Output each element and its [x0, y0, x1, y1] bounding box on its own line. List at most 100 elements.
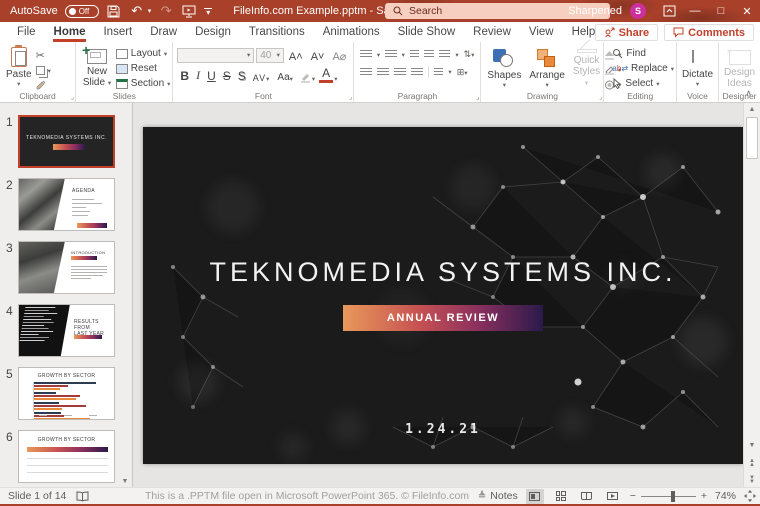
collapse-ribbon-icon[interactable]: ∧	[745, 88, 752, 99]
layout-button[interactable]: Layout ▾	[115, 47, 171, 60]
accessibility-icon[interactable]	[76, 490, 89, 502]
save-icon[interactable]	[106, 3, 122, 19]
scroll-up-icon[interactable]: ▲	[744, 105, 760, 115]
change-case-button[interactable]: Aa ▾	[274, 67, 296, 83]
close-button[interactable]: ✕	[734, 0, 760, 22]
align-center-icon[interactable]	[377, 67, 390, 77]
text-shadow-button[interactable]: S	[235, 67, 249, 83]
align-right-icon[interactable]	[394, 67, 407, 77]
avatar[interactable]: S	[630, 3, 646, 19]
clipboard-dialog-launcher-icon[interactable]: ⌟	[71, 93, 74, 101]
user-name[interactable]: Sharpened	[568, 5, 622, 17]
next-slide-icon[interactable]: ▼ ▼	[744, 475, 760, 485]
thumbnail-1-frame[interactable]: TEKNOMEDIA SYSTEMS INC.	[18, 115, 115, 168]
slide-canvas[interactable]: TEKNOMEDIA SYSTEMS INC. ANNUAL REVIEW 1.…	[143, 127, 743, 464]
minimize-button[interactable]: —	[682, 0, 708, 22]
maximize-button[interactable]: □	[708, 0, 734, 22]
comments-button[interactable]: Comments	[664, 24, 754, 41]
zoom-level[interactable]: 74%	[715, 490, 736, 502]
highlight-color-button[interactable]: ▾	[297, 67, 318, 83]
thumbnail-5-frame[interactable]: GROWTH BY SECTOR	[18, 367, 115, 420]
shapes-button[interactable]: Shapes ▾	[483, 45, 525, 91]
ribbon-display-options-icon[interactable]	[656, 0, 682, 22]
select-button[interactable]: Select ▾	[612, 77, 674, 90]
italic-button[interactable]: I	[193, 67, 203, 83]
shrink-font-button[interactable]: A˅	[308, 47, 328, 63]
new-slide-button[interactable]: New Slide ▾	[78, 42, 116, 91]
line-spacing-icon[interactable]	[438, 50, 451, 59]
section-button[interactable]: Section ▾	[115, 77, 170, 90]
normal-view-button[interactable]	[525, 488, 544, 504]
tab-insert[interactable]: Insert	[94, 23, 141, 42]
zoom-in-icon[interactable]: +	[701, 490, 707, 502]
zoom-out-icon[interactable]: −	[630, 490, 636, 502]
previous-slide-icon[interactable]: ▲ ▲	[744, 458, 760, 468]
reset-button[interactable]: Reset	[115, 62, 171, 75]
tab-design[interactable]: Design	[186, 23, 240, 42]
undo-dropdown-icon[interactable]: ▾	[148, 7, 152, 15]
tab-draw[interactable]: Draw	[141, 23, 186, 42]
reading-view-button[interactable]	[578, 489, 596, 504]
copy-button[interactable]: ▾	[35, 64, 51, 77]
character-spacing-button[interactable]: AV ▾	[250, 67, 274, 83]
zoom-slider-thumb[interactable]	[671, 490, 676, 502]
zoom-slider[interactable]: − +	[630, 490, 707, 502]
cut-button[interactable]: ✂	[36, 49, 51, 62]
paragraph-dialog-launcher-icon[interactable]: ⌟	[476, 93, 479, 101]
tab-view[interactable]: View	[520, 23, 563, 42]
slide-title[interactable]: TEKNOMEDIA SYSTEMS INC.	[143, 257, 743, 288]
thumbnail-2-frame[interactable]: AGENDA	[18, 178, 115, 231]
undo-icon[interactable]: ↶	[129, 3, 145, 19]
dictate-button[interactable]: Dictate ▾	[679, 45, 716, 91]
replace-button[interactable]: ab⇄ Replace ▾	[612, 62, 674, 75]
thumbnail-4-frame[interactable]: RESULTS FROM LAST YEAR	[18, 304, 115, 357]
justify-icon[interactable]	[411, 67, 424, 77]
vertical-scrollbar[interactable]: ▲ ▼ ▲ ▲ ▼ ▼	[743, 103, 760, 487]
font-dialog-launcher-icon[interactable]: ⌟	[349, 93, 352, 101]
strikethrough-button[interactable]: S	[220, 67, 234, 83]
clear-formatting-button[interactable]: A⌀	[329, 47, 349, 63]
increase-indent-icon[interactable]	[424, 50, 434, 59]
share-button[interactable]: Share	[594, 24, 659, 41]
autosave-toggle[interactable]: Off	[64, 4, 99, 18]
font-color-button[interactable]: A	[319, 66, 334, 83]
decrease-indent-icon[interactable]	[409, 50, 420, 59]
thumbnail-6-frame[interactable]: GROWTH BY SECTOR	[18, 430, 115, 483]
arrange-button[interactable]: Arrange ▾	[525, 45, 569, 91]
slide-show-view-button[interactable]	[604, 489, 622, 504]
tab-review[interactable]: Review	[464, 23, 520, 42]
paste-button[interactable]: Paste ▾	[2, 45, 36, 91]
scroll-down-icon[interactable]: ▼	[744, 441, 760, 451]
font-color-dropdown-icon[interactable]: ▾	[334, 75, 337, 83]
drawing-dialog-launcher-icon[interactable]: ⌟	[599, 93, 602, 101]
find-button[interactable]: Find	[612, 47, 674, 60]
tab-home[interactable]: Home	[45, 23, 95, 42]
font-size-combobox[interactable]: 40 ▾	[256, 47, 284, 63]
slide-banner[interactable]: ANNUAL REVIEW	[343, 305, 543, 331]
bold-button[interactable]: B	[177, 67, 192, 83]
thumbnail-scrollbar[interactable]: ▼	[119, 103, 131, 487]
align-left-icon[interactable]	[360, 67, 373, 77]
slide-date[interactable]: 1.24.21	[143, 422, 743, 437]
thumbnail-3-frame[interactable]: INTRODUCTION	[18, 241, 115, 294]
text-direction-icon[interactable]: ⇅▾	[464, 49, 475, 60]
start-slideshow-icon[interactable]	[181, 3, 197, 19]
columns-icon[interactable]	[434, 67, 444, 77]
tab-animations[interactable]: Animations	[314, 23, 389, 42]
tab-transitions[interactable]: Transitions	[240, 23, 314, 42]
tab-file[interactable]: File	[8, 23, 45, 42]
slide-sorter-view-button[interactable]	[552, 489, 570, 504]
scrollbar-thumb[interactable]	[746, 117, 758, 159]
bullets-icon[interactable]	[360, 50, 372, 59]
fit-slide-to-window-icon[interactable]	[744, 490, 756, 502]
notes-toggle[interactable]: ≜ Notes	[478, 490, 518, 502]
numbering-icon[interactable]	[385, 50, 397, 59]
tab-slide-show[interactable]: Slide Show	[389, 23, 465, 42]
font-name-combobox[interactable]: ▾	[177, 47, 255, 63]
grow-font-button[interactable]: A˄	[286, 47, 306, 63]
thumbnail-scroll-down-icon[interactable]: ▼	[119, 478, 131, 485]
customize-quick-access-icon[interactable]: ▾	[204, 7, 213, 16]
slide-indicator[interactable]: Slide 1 of 14	[8, 490, 66, 502]
underline-button[interactable]: U	[204, 67, 219, 83]
smartart-icon[interactable]: ⊞▾	[457, 67, 468, 78]
